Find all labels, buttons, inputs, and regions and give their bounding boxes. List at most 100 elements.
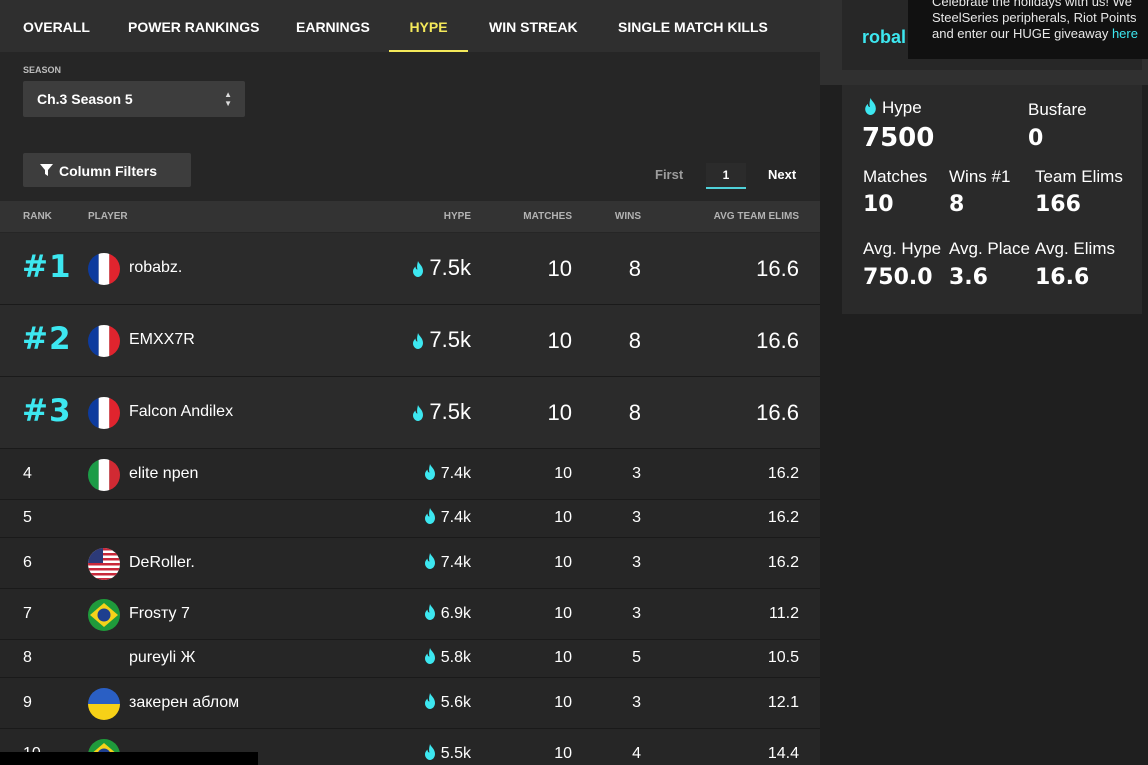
stat-hype-label: Hype xyxy=(882,98,922,117)
row-wins: 5 xyxy=(632,649,641,666)
table-row[interactable]: #3 Falcon Andilex 7.5k 10 8 16.6 xyxy=(0,377,820,449)
pager-first-button[interactable]: First xyxy=(655,167,683,182)
pager-page-1[interactable]: 1 xyxy=(706,163,746,189)
stat-busfare-value: 0 xyxy=(1028,126,1044,151)
row-player-name[interactable]: EMXX7R xyxy=(129,331,195,349)
row-rank: 9 xyxy=(23,693,32,711)
table-row[interactable]: 9 закерен аблом 5.6k 10 3 12.1 xyxy=(0,678,820,729)
bottom-bar xyxy=(0,752,258,765)
row-hype: 5.6k xyxy=(424,692,471,712)
tab-overall[interactable]: OVERALL xyxy=(23,0,90,52)
header-matches[interactable]: MATCHES xyxy=(523,211,572,222)
stat-avg-place-value: 3.6 xyxy=(949,265,988,290)
flame-icon xyxy=(424,692,435,709)
flame-icon xyxy=(865,98,876,115)
row-player-name[interactable]: Frosту 7 xyxy=(129,605,190,623)
row-avg-team-elims: 16.2 xyxy=(767,553,799,571)
row-matches: 10 xyxy=(554,509,572,526)
row-avg-team-elims: 14.4 xyxy=(767,744,799,762)
stat-avg-elims-label: Avg. Elims xyxy=(1035,239,1115,258)
stat-team-elims-value: 166 xyxy=(1035,192,1081,217)
giveaway-link[interactable]: here xyxy=(1112,26,1138,41)
header-hype[interactable]: HYPE xyxy=(444,211,471,222)
table-row[interactable]: 4 elite npen 7.4k 10 3 16.2 xyxy=(0,449,820,500)
row-matches: 10 xyxy=(547,400,572,425)
row-hype: 5.8k xyxy=(424,648,471,667)
table-row[interactable]: #1 robabz. 7.5k 10 8 16.6 xyxy=(0,233,820,305)
row-hype: 7.4k xyxy=(424,508,471,527)
row-avg-team-elims: 11.2 xyxy=(769,604,799,622)
header-player[interactable]: PLAYER xyxy=(88,211,128,222)
pager-next-button[interactable]: Next xyxy=(768,167,796,182)
stat-team-elims-label: Team Elims xyxy=(1035,167,1123,186)
table-row[interactable]: 5 7.4k 10 3 16.2 xyxy=(0,500,820,538)
row-hype-value: 7.5k xyxy=(429,255,471,280)
row-player-name[interactable]: robabz. xyxy=(129,259,182,277)
row-rank: 5 xyxy=(23,509,32,526)
table-row[interactable]: 6 DeRoller. 7.4k 10 3 16.2 xyxy=(0,538,820,589)
row-wins: 3 xyxy=(632,604,641,622)
row-avg-team-elims: 16.2 xyxy=(767,464,799,482)
row-rank: #2 xyxy=(22,321,72,357)
row-player-name[interactable]: Falcon Andilex xyxy=(129,403,233,421)
row-hype-value: 7.5k xyxy=(429,327,471,352)
row-wins: 8 xyxy=(628,400,641,425)
row-avg-team-elims: 16.6 xyxy=(756,400,799,425)
flame-icon xyxy=(424,508,435,524)
header-avg-team-elims[interactable]: AVG TEAM ELIMS xyxy=(714,211,799,222)
row-rank: 4 xyxy=(23,464,32,482)
row-avg-team-elims: 16.2 xyxy=(767,509,799,526)
row-hype: 7.4k xyxy=(424,463,471,483)
leaderboard-panel: OVERALL POWER RANKINGS EARNINGS HYPE WIN… xyxy=(0,0,820,765)
tab-single-match-kills[interactable]: SINGLE MATCH KILLS xyxy=(618,0,768,52)
stat-busfare-label: Busfare xyxy=(1028,100,1087,119)
table-row[interactable]: 7 Frosту 7 6.9k 10 3 11.2 xyxy=(0,589,820,640)
season-label: SEASON xyxy=(23,65,62,75)
row-hype: 7.4k xyxy=(424,552,471,572)
row-matches: 10 xyxy=(554,693,572,711)
tab-power-rankings[interactable]: POWER RANKINGS xyxy=(128,0,259,52)
france-flag-icon xyxy=(88,253,120,285)
row-avg-team-elims: 16.6 xyxy=(756,256,799,281)
column-filters-button[interactable]: Column Filters xyxy=(23,153,191,187)
table-row[interactable]: #2 EMXX7R 7.5k 10 8 16.6 xyxy=(0,305,820,377)
table-header: RANK PLAYER HYPE MATCHES WINS AVG TEAM E… xyxy=(0,201,820,232)
row-avg-team-elims: 16.6 xyxy=(756,328,799,353)
row-player-name[interactable]: закерен аблом xyxy=(129,694,239,712)
ukraine-flag-icon xyxy=(88,687,120,720)
row-player-name[interactable]: DeRoller. xyxy=(129,554,195,572)
header-rank[interactable]: RANK xyxy=(23,211,52,222)
table-row[interactable]: 8 pureyli Ж 5.8k 10 5 10.5 xyxy=(0,640,820,678)
row-hype: 5.5k xyxy=(424,743,471,763)
row-player-name[interactable]: elite npen xyxy=(129,465,198,483)
holiday-notice-popup: Celebrate the holidays with us! We Steel… xyxy=(908,0,1148,59)
row-hype-value: 5.5k xyxy=(440,744,471,762)
tab-win-streak[interactable]: WIN STREAK xyxy=(489,0,578,52)
flame-icon xyxy=(424,603,435,620)
profile-name[interactable]: robal xyxy=(862,27,906,48)
stat-hype-value: 7500 xyxy=(862,123,935,153)
season-selected-value: Ch.3 Season 5 xyxy=(37,91,133,107)
row-hype-value: 7.5k xyxy=(429,399,471,424)
season-select[interactable]: Ch.3 Season 5 ▲ ▼ xyxy=(23,81,245,117)
row-wins: 8 xyxy=(628,256,641,281)
row-rank: 6 xyxy=(23,553,32,571)
stat-matches-value: 10 xyxy=(863,192,894,217)
header-wins[interactable]: WINS xyxy=(615,211,641,222)
tab-hype[interactable]: HYPE xyxy=(389,0,468,52)
row-wins: 8 xyxy=(628,328,641,353)
filter-icon xyxy=(40,164,53,176)
flame-icon xyxy=(424,463,435,480)
usa-flag-icon xyxy=(88,547,120,580)
row-wins: 3 xyxy=(632,553,641,571)
row-avg-team-elims: 10.5 xyxy=(767,649,799,666)
france-flag-icon xyxy=(88,325,120,357)
tab-earnings[interactable]: EARNINGS xyxy=(296,0,370,52)
row-hype-value: 5.8k xyxy=(440,649,471,666)
italy-flag-icon xyxy=(88,458,120,491)
row-matches: 10 xyxy=(554,553,572,571)
row-rank: #1 xyxy=(22,249,72,285)
row-player-name[interactable]: pureyli Ж xyxy=(129,649,195,667)
row-wins: 3 xyxy=(632,693,641,711)
flame-icon xyxy=(424,648,435,664)
